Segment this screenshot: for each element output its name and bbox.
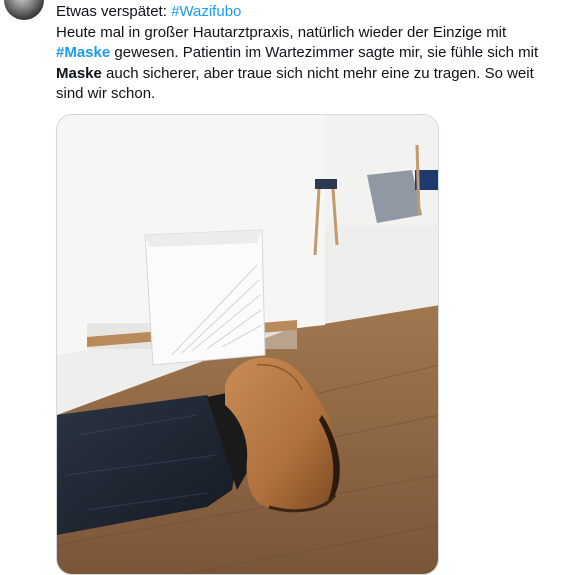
hashtag-maske-link[interactable]: #Maske bbox=[56, 44, 110, 61]
tweet-text-prefix: Etwas verspätet: bbox=[56, 3, 172, 20]
author-avatar[interactable] bbox=[4, 0, 44, 20]
tweet-text: Etwas verspätet: #Wazifubo Heute mal in … bbox=[56, 2, 566, 105]
tweet-line-1: Etwas verspätet: #Wazifubo bbox=[56, 2, 566, 23]
bold-maske-text: Maske bbox=[56, 64, 102, 82]
tweet-photo[interactable] bbox=[56, 114, 439, 575]
tweet-line-3-text: gewesen. Patientin im Wartezimmer sagte … bbox=[110, 44, 539, 61]
tweet-line-5: sind wir schon. bbox=[56, 85, 156, 102]
tweet-line-2: Heute mal in großer Hautarztpraxis, natü… bbox=[56, 23, 507, 41]
tweet-line-3: #Maske gewesen. Patientin im Wartezimmer… bbox=[56, 43, 566, 64]
tweet-line-4: Maske auch sicherer, aber traue sich nic… bbox=[56, 64, 566, 85]
photo-illustration bbox=[57, 115, 438, 574]
hashtag-wazifubo-link[interactable]: #Wazifubo bbox=[171, 3, 241, 20]
tweet-line-4-text: auch sicherer, aber traue sich nicht meh… bbox=[101, 64, 534, 82]
